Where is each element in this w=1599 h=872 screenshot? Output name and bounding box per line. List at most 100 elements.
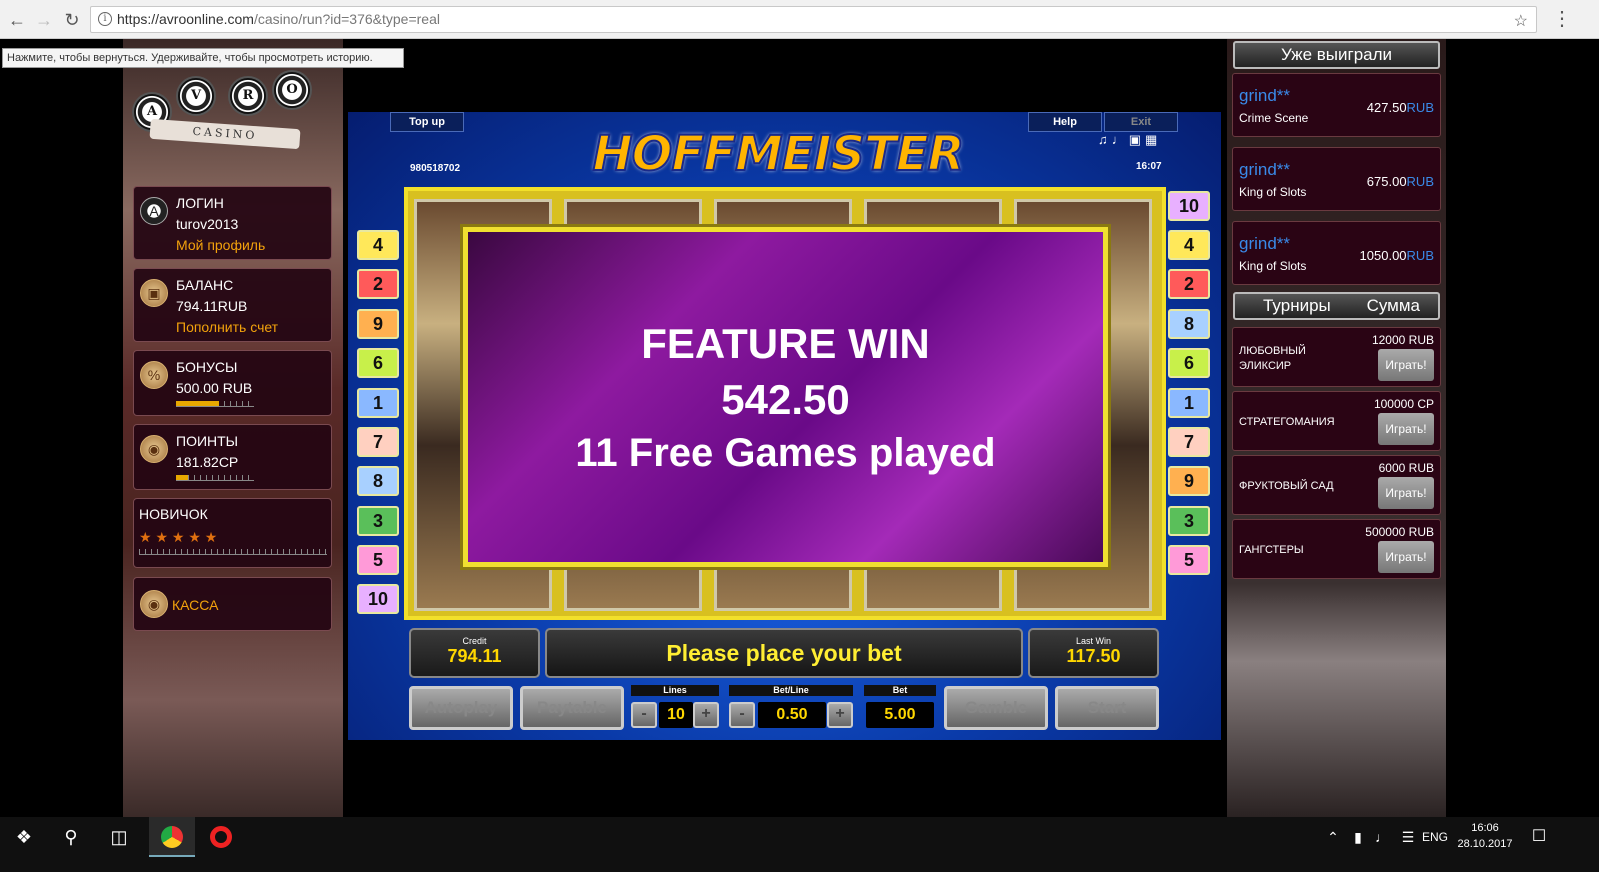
rank-panel: НОВИЧОК ★ ★ ★ ★ ★ (133, 498, 332, 568)
windows-taskbar: ❖ ⚲ ◫ ⌃ ▮ ♩ ☰ ENG 16:06 28.10.2017 ☐ (0, 817, 1599, 872)
top-up-button[interactable]: Top up (390, 112, 464, 132)
line-number-right: 3 (1168, 506, 1210, 536)
line-number-left: 2 (357, 269, 399, 299)
credit-label: Credit (462, 636, 487, 646)
play-button[interactable]: Играть! (1378, 477, 1434, 509)
tournament-entry: ЛЮБОВНЫЙ ЭЛИКСИР 12000 RUB Играть! (1232, 327, 1441, 387)
line-number-left: 9 (357, 309, 399, 339)
volume-icon[interactable]: ♩ (1370, 817, 1394, 857)
feature-win-title: FEATURE WIN (641, 320, 930, 367)
browser-menu-icon[interactable]: ⋮ (1552, 8, 1572, 30)
search-icon[interactable]: ⚲ (56, 817, 86, 857)
bonus-label: БОНУСЫ (176, 359, 238, 375)
bet-label: Bet (864, 685, 936, 696)
reload-icon[interactable]: ↻ (61, 9, 83, 31)
line-number-left: 6 (357, 348, 399, 378)
winners-header: Уже выиграли (1233, 41, 1440, 69)
clock-date: 28.10.2017 (1457, 838, 1513, 850)
help-button[interactable]: Help (1028, 112, 1102, 132)
opera-taskbar-icon[interactable] (198, 817, 244, 857)
notifications-icon[interactable]: ☐ (1524, 817, 1554, 857)
points-panel: ◉ ПОИНТЫ 181.82CP (133, 424, 332, 490)
system-clock[interactable]: 16:06 28.10.2017 (1450, 820, 1520, 852)
url-path: /casino/run?id=376&type=real (253, 11, 440, 27)
start-button[interactable]: Start (1055, 686, 1159, 730)
rank-progress-bar (139, 549, 327, 555)
winner-currency: RUB (1406, 100, 1434, 115)
exit-button[interactable]: Exit (1104, 112, 1178, 132)
lines-label: Lines (631, 685, 719, 696)
username: turov2013 (176, 216, 239, 232)
bet-line-minus-button[interactable]: - (729, 702, 755, 728)
last-win-value: 117.50 (1066, 646, 1121, 666)
bookmark-star-icon[interactable]: ☆ (1514, 9, 1528, 34)
tournament-sum: 100000 CP (1373, 397, 1434, 411)
line-number-left: 1 (357, 388, 399, 418)
sum-title: Сумма (1366, 296, 1420, 315)
points-value: 181.82CP (176, 454, 239, 470)
winner-user: grind** (1239, 86, 1291, 105)
coins-icon: ◉ (140, 435, 168, 463)
tournament-name: ФРУКТОВЫЙ САД (1239, 480, 1334, 492)
avro-chip-icon: A (140, 197, 168, 225)
music-icon[interactable]: ♫ (1098, 132, 1112, 147)
forward-icon[interactable]: → (33, 9, 55, 31)
task-view-icon[interactable]: ◫ (104, 817, 134, 857)
address-bar[interactable]: i https://avroonline.com/casino/run?id=3… (90, 6, 1537, 33)
language-indicator[interactable]: ENG (1420, 817, 1450, 857)
line-number-right: 9 (1168, 466, 1210, 496)
network-icon[interactable]: ☰ (1396, 817, 1420, 857)
back-tooltip: Нажмите, чтобы вернуться. Удерживайте, ч… (2, 48, 404, 68)
info-icon[interactable]: i (98, 12, 112, 26)
tray-chevron-icon[interactable]: ⌃ (1322, 817, 1344, 857)
line-number-right: 5 (1168, 545, 1210, 575)
winner-amount-value: 1050.00 (1359, 248, 1407, 263)
deposit-link[interactable]: Пополнить счет (176, 319, 278, 335)
tournaments-header: Турниры Сумма (1233, 292, 1440, 320)
feature-win-amount: 542.50 (721, 376, 850, 423)
fullscreen-icon[interactable]: ▦ (1145, 132, 1161, 147)
winner-amount: 1050.00RUB (1360, 248, 1434, 263)
rank-stars: ★ ★ ★ ★ ★ (139, 529, 218, 545)
back-icon[interactable]: ← (6, 9, 28, 31)
tournament-name: ЛЮБОВНЫЙ ЭЛИКСИР (1239, 345, 1306, 372)
feature-win-popup: FEATURE WIN 542.50 11 Free Games played (463, 227, 1108, 567)
play-button[interactable]: Играть! (1378, 349, 1434, 381)
clock-time: 16:06 (1471, 822, 1499, 834)
battery-icon[interactable]: ▮ (1346, 817, 1370, 857)
tournament-entry: ФРУКТОВЫЙ САД 6000 RUB Играть! (1232, 455, 1441, 515)
paytable-button[interactable]: Paytable (520, 686, 624, 730)
line-number-right: 10 (1168, 191, 1210, 221)
credit-value: 794.11 (447, 646, 502, 666)
cashier-button[interactable]: ◉ КАССА (133, 577, 332, 631)
winner-entry: grind** Crime Scene 427.50RUB (1232, 73, 1441, 137)
bet-line-plus-button[interactable]: + (827, 702, 853, 728)
credit-display: Credit 794.11 (409, 628, 540, 678)
winner-game: Crime Scene (1239, 111, 1309, 125)
last-win-label: Last Win (1075, 636, 1111, 646)
gamble-button[interactable]: Gamble (944, 686, 1048, 730)
sound-icon[interactable]: ♩ (1112, 132, 1129, 147)
winner-amount: 675.00RUB (1367, 174, 1434, 189)
winner-currency: RUB (1406, 248, 1434, 263)
winner-user: grind** (1239, 234, 1291, 253)
winner-currency: RUB (1406, 174, 1434, 189)
game-time: 16:07 (1136, 161, 1162, 172)
profile-link[interactable]: Мой профиль (176, 237, 265, 253)
lines-plus-button[interactable]: + (693, 702, 719, 728)
browser-toolbar: ← → ↻ i https://avroonline.com/casino/ru… (0, 0, 1599, 39)
line-number-right: 4 (1168, 230, 1210, 260)
tournament-name: СТРАТЕГОМАНИЯ (1239, 416, 1335, 428)
play-button[interactable]: Играть! (1378, 413, 1434, 445)
tournament-sum: 12000 RUB (1371, 333, 1434, 347)
autoplay-button[interactable]: Autoplay (409, 686, 513, 730)
windows-start-icon[interactable]: ❖ (8, 817, 40, 857)
chrome-taskbar-icon[interactable] (149, 817, 195, 857)
screen-icon[interactable]: ▣ (1129, 132, 1145, 147)
logo-chip: R (228, 76, 268, 116)
play-button[interactable]: Играть! (1378, 541, 1434, 573)
winner-game: King of Slots (1239, 259, 1307, 273)
last-win-display: Last Win 117.50 (1028, 628, 1159, 678)
lines-minus-button[interactable]: - (631, 702, 657, 728)
free-games-played: 11 Free Games played (575, 431, 996, 475)
